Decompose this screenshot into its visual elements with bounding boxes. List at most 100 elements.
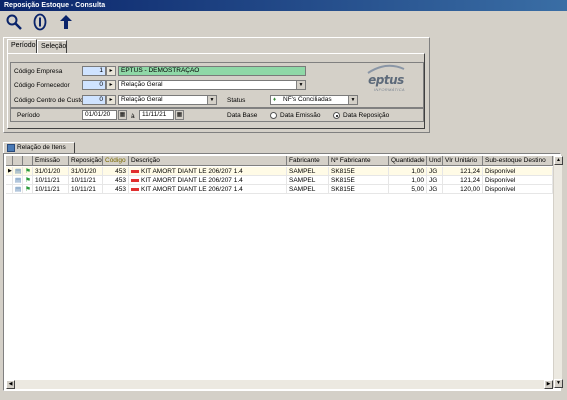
column-header-sub-estoque[interactable]: Sub-estoque Destino bbox=[483, 156, 553, 166]
cell-descricao-text: KIT AMORT DIANT LE 206/207 1.4 bbox=[141, 177, 243, 184]
cell-descricao-text: KIT AMORT DIANT LE 206/207 1.4 bbox=[141, 168, 243, 175]
centro-label: Código Centro de Custo bbox=[14, 97, 84, 104]
chevron-down-icon[interactable]: ▼ bbox=[207, 96, 216, 104]
column-header-emissao[interactable]: Emissão bbox=[33, 156, 69, 166]
centro-select[interactable]: Relação Geral ▼ bbox=[118, 95, 217, 105]
centro-select-value: Relação Geral bbox=[121, 96, 163, 103]
status-label: Status bbox=[227, 97, 246, 104]
fornecedor-select[interactable]: Relação Geral ▼ bbox=[118, 80, 306, 90]
column-header-reposicao[interactable]: Reposição bbox=[69, 156, 103, 166]
grid-section-tab[interactable]: Relação de Itens bbox=[3, 142, 75, 153]
cell-reposicao: 10/11/21 bbox=[69, 185, 103, 194]
cell-reposicao: 10/11/21 bbox=[69, 176, 103, 185]
column-header-descricao[interactable]: Descrição bbox=[129, 156, 287, 166]
row-indicator bbox=[6, 176, 13, 185]
items-grid[interactable]: Emissão Reposição Código Descrição Fabri… bbox=[3, 153, 563, 391]
horizontal-scrollbar[interactable]: ◀ ▶ bbox=[6, 380, 553, 389]
cell-und: JG bbox=[427, 176, 443, 185]
scroll-down-icon[interactable]: ▼ bbox=[554, 379, 563, 388]
vertical-scrollbar[interactable]: ▲ ▼ bbox=[553, 156, 563, 388]
window-title: Reposição Estoque - Consulta bbox=[0, 0, 567, 11]
tab-selecao[interactable]: Seleção bbox=[37, 40, 67, 53]
column-header-n-fabricante[interactable]: Nº Fabricante bbox=[329, 156, 389, 166]
column-header-und[interactable]: Und bbox=[427, 156, 443, 166]
cell-fabricante: SAMPEL bbox=[287, 167, 329, 176]
table-row[interactable]: ▤ ⚑ 10/11/21 10/11/21 453 KIT AMORT DIAN… bbox=[6, 176, 553, 185]
cell-sub-estoque: Disponível bbox=[483, 185, 553, 194]
scroll-left-icon[interactable]: ◀ bbox=[6, 380, 15, 389]
toolbar bbox=[0, 11, 567, 33]
column-header-codigo[interactable]: Código bbox=[103, 156, 129, 166]
radio-data-emissao[interactable] bbox=[270, 112, 277, 119]
cell-quantidade: 1,00 bbox=[389, 167, 427, 176]
fornecedor-label: Código Fornecedor bbox=[14, 82, 70, 89]
cell-quantidade: 5,00 bbox=[389, 185, 427, 194]
cell-n-fabricante: SK815E bbox=[329, 185, 389, 194]
cell-codigo: 453 bbox=[103, 176, 129, 185]
flag-icon: ⚑ bbox=[23, 167, 33, 176]
database-label: Data Base bbox=[227, 112, 258, 119]
empresa-name-field: EPTUS - DEMOSTRAÇÃO bbox=[118, 66, 306, 76]
scroll-up-icon[interactable]: ▲ bbox=[554, 156, 563, 165]
cell-codigo: 453 bbox=[103, 167, 129, 176]
flag-icon: ⚑ bbox=[23, 176, 33, 185]
radio-data-reposicao[interactable] bbox=[333, 112, 340, 119]
flag-icon: ⚑ bbox=[23, 185, 33, 194]
empresa-label: Código Empresa bbox=[14, 68, 63, 75]
cell-descricao: KIT AMORT DIANT LE 206/207 1.4 bbox=[129, 185, 287, 194]
periodo-label: Período bbox=[17, 112, 40, 119]
cell-und: JG bbox=[427, 167, 443, 176]
centro-code-field[interactable]: 0 bbox=[82, 95, 106, 105]
cell-quantidade: 1,00 bbox=[389, 176, 427, 185]
logo-wordmark: eptus bbox=[368, 73, 404, 87]
column-header-quantidade[interactable]: Quantidade bbox=[389, 156, 427, 166]
cell-descricao-text: KIT AMORT DIANT LE 206/207 1.4 bbox=[141, 186, 243, 193]
chevron-down-icon[interactable]: ▼ bbox=[296, 81, 305, 89]
grid-header-indicator bbox=[6, 156, 13, 166]
fornecedor-select-value: Relação Geral bbox=[121, 81, 163, 88]
row-doc-icon: ▤ bbox=[13, 167, 23, 176]
radio-data-reposicao-label: Data Reposição bbox=[343, 112, 390, 119]
cell-sub-estoque: Disponível bbox=[483, 176, 553, 185]
calendar-icon[interactable]: ▦ bbox=[175, 110, 184, 120]
centro-lookup-icon[interactable]: ▸ bbox=[106, 95, 116, 105]
cell-n-fabricante: SK815E bbox=[329, 176, 389, 185]
calendar-icon[interactable]: ▦ bbox=[118, 110, 127, 120]
row-indicator-icon: ▶ bbox=[6, 167, 13, 176]
column-header-fabricante[interactable]: Fabricante bbox=[287, 156, 329, 166]
column-header-vlr-unitario[interactable]: Vlr Unitário bbox=[443, 156, 483, 166]
status-dash-icon bbox=[131, 178, 139, 182]
empresa-lookup-icon[interactable]: ▸ bbox=[106, 66, 116, 76]
table-row[interactable]: ▤ ⚑ 10/11/21 10/11/21 453 KIT AMORT DIAN… bbox=[6, 185, 553, 194]
search-icon[interactable] bbox=[5, 13, 23, 31]
grid-header-icon bbox=[13, 156, 23, 166]
cell-descricao: KIT AMORT DIANT LE 206/207 1.4 bbox=[129, 176, 287, 185]
cell-sub-estoque: Disponível bbox=[483, 167, 553, 176]
empresa-code-field[interactable]: 1 bbox=[82, 66, 106, 76]
back-arrow-icon[interactable] bbox=[57, 13, 75, 31]
radio-data-emissao-label: Data Emissão bbox=[280, 112, 321, 119]
date-separator: à bbox=[131, 113, 135, 120]
cell-reposicao: 31/01/20 bbox=[69, 167, 103, 176]
cell-emissao: 31/01/20 bbox=[33, 167, 69, 176]
cell-emissao: 10/11/21 bbox=[33, 176, 69, 185]
fornecedor-code-field[interactable]: 0 bbox=[82, 80, 106, 90]
info-icon[interactable] bbox=[31, 13, 49, 31]
date-to-field[interactable]: 11/11/21 bbox=[139, 110, 174, 120]
date-from-field[interactable]: 01/01/20 bbox=[82, 110, 117, 120]
grid-icon bbox=[7, 144, 15, 152]
status-select-value: NF's Conciliadas bbox=[283, 96, 332, 103]
cell-fabricante: SAMPEL bbox=[287, 176, 329, 185]
cell-vlr-unitario: 121,24 bbox=[443, 167, 483, 176]
cell-vlr-unitario: 121,24 bbox=[443, 176, 483, 185]
chevron-down-icon[interactable]: ▼ bbox=[348, 96, 357, 104]
row-doc-icon: ▤ bbox=[13, 176, 23, 185]
cell-descricao: KIT AMORT DIANT LE 206/207 1.4 bbox=[129, 167, 287, 176]
status-select[interactable]: NF's Conciliadas ♦ ▼ bbox=[270, 95, 358, 105]
fornecedor-lookup-icon[interactable]: ▸ bbox=[106, 80, 116, 90]
cell-n-fabricante: SK815E bbox=[329, 167, 389, 176]
cell-und: JG bbox=[427, 185, 443, 194]
scroll-right-icon[interactable]: ▶ bbox=[544, 380, 553, 389]
tab-periodo[interactable]: Período bbox=[7, 39, 37, 53]
table-row[interactable]: ▶ ▤ ⚑ 31/01/20 31/01/20 453 KIT AMORT DI… bbox=[6, 167, 553, 176]
